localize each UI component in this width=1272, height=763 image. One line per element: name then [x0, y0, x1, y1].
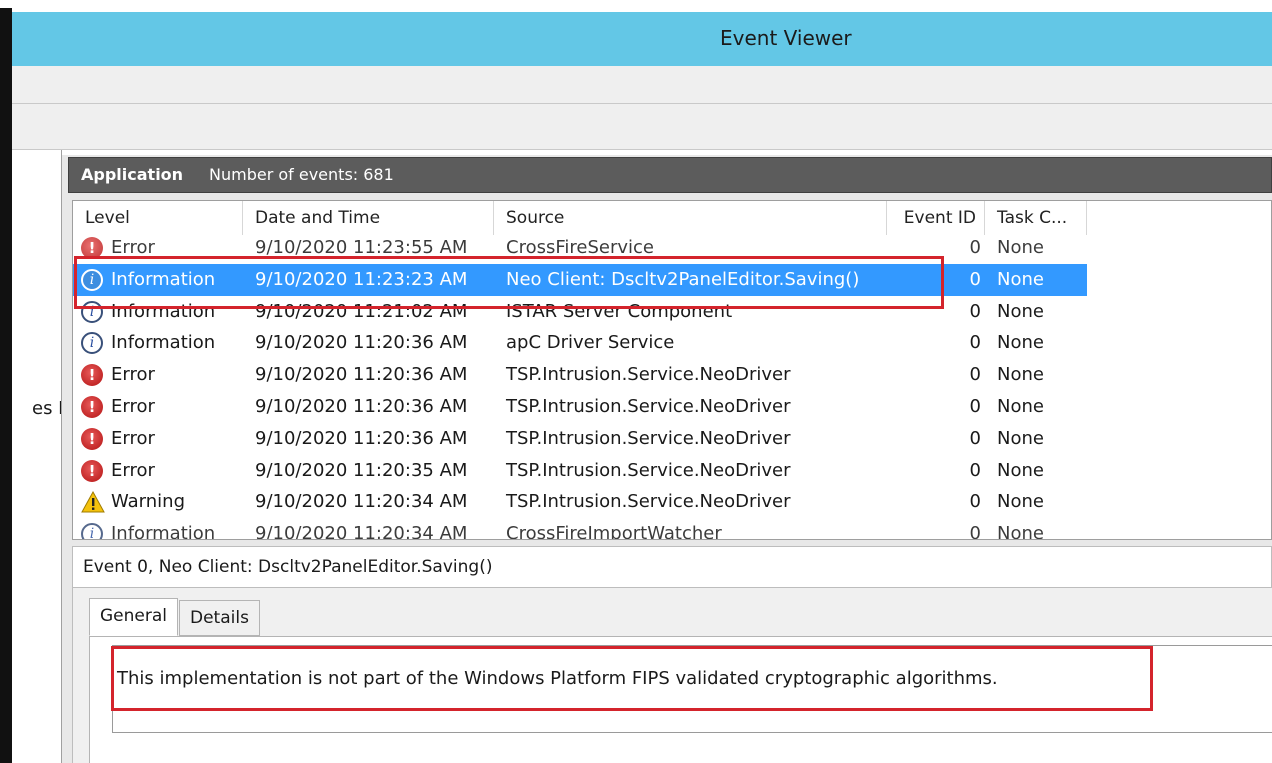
source-cell: TSP.Intrusion.Service.NeoDriver — [506, 459, 791, 481]
column-header-date-time[interactable]: Date and Time — [243, 201, 494, 235]
task-category-cell: None — [997, 427, 1044, 449]
screen-left-edge — [0, 8, 12, 763]
level-cell: Warning — [111, 491, 186, 513]
task-category-cell: None — [997, 459, 1044, 481]
date-time-cell: 9/10/2020 11:20:36 AM — [255, 427, 468, 449]
column-header-event-id[interactable]: Event ID — [887, 201, 985, 235]
source-cell: apC Driver Service — [506, 332, 675, 354]
event-id-cell: 0 — [969, 396, 981, 417]
menu-bar — [12, 66, 1272, 104]
event-id-cell: 0 — [969, 427, 981, 449]
log-name: Application — [81, 165, 184, 184]
table-row[interactable]: Warning 9/10/2020 11:20:34 AM TSP.Intrusio… — [73, 486, 1087, 518]
error-icon — [81, 364, 103, 387]
source-cell: TSP.Intrusion.Service.NeoDriver — [506, 396, 791, 417]
event-id-cell: 0 — [969, 491, 981, 513]
event-detail-header: Event 0, Neo Client: Dscltv2PanelEditor.… — [72, 546, 1272, 588]
task-category-cell: None — [997, 237, 1044, 258]
screen-top-edge — [0, 0, 1272, 10]
toolbar — [12, 104, 1272, 150]
table-row[interactable]: Error 9/10/2020 11:20:36 AM TSP.Intrusion.… — [73, 359, 1087, 391]
source-cell: TSP.Intrusion.Service.NeoDriver — [506, 427, 791, 449]
selected-row-highlight-box — [74, 256, 944, 309]
event-id-cell: 0 — [969, 459, 981, 481]
level-cell: Information — [111, 523, 216, 540]
error-icon — [81, 396, 103, 418]
error-icon — [81, 427, 103, 450]
task-category-cell: None — [997, 523, 1044, 540]
task-category-cell: None — [997, 491, 1044, 513]
info-icon — [81, 332, 103, 355]
level-cell: Information — [111, 332, 216, 354]
table-row[interactable]: Error 9/10/2020 11:20:36 AM TSP.Intrusion.… — [73, 423, 1087, 455]
level-cell: Error — [111, 459, 155, 481]
date-time-cell: 9/10/2020 11:20:34 AM — [255, 523, 468, 540]
event-count: Number of events: 681 — [209, 165, 394, 184]
source-cell: CrossFireImportWatcher — [506, 523, 722, 540]
message-highlight-box — [111, 646, 1153, 711]
error-icon — [81, 459, 103, 482]
date-time-cell: 9/10/2020 11:20:36 AM — [255, 396, 468, 417]
tab-general[interactable]: General — [89, 598, 178, 636]
task-category-cell: None — [997, 332, 1044, 354]
event-id-cell: 0 — [969, 523, 981, 540]
date-time-cell: 9/10/2020 11:20:36 AM — [255, 332, 468, 354]
navigation-tree[interactable]: es Lo — [12, 150, 62, 763]
level-cell: Error — [111, 427, 155, 449]
event-id-cell: 0 — [969, 332, 981, 354]
window-title: Event Viewer — [720, 26, 852, 50]
title-bar: Event Viewer — [12, 12, 1272, 66]
level-cell: Error — [111, 364, 155, 386]
task-category-cell: None — [997, 396, 1044, 417]
tab-details[interactable]: Details — [179, 600, 260, 636]
task-category-cell: None — [997, 300, 1044, 322]
level-cell: Error — [111, 396, 155, 417]
tree-item-label[interactable]: es Lo — [32, 398, 61, 419]
table-row[interactable]: Information 9/10/2020 11:20:34 AM CrossFir… — [73, 518, 1087, 540]
table-row[interactable]: Error 9/10/2020 11:20:35 AM TSP.Intrusion.… — [73, 455, 1087, 487]
date-time-cell: 9/10/2020 11:20:36 AM — [255, 364, 468, 386]
column-header-source[interactable]: Source — [494, 201, 887, 235]
date-time-cell: 9/10/2020 11:20:34 AM — [255, 491, 468, 513]
info-icon — [81, 523, 103, 539]
source-cell: TSP.Intrusion.Service.NeoDriver — [506, 364, 791, 386]
event-detail-title: Event 0, Neo Client: Dscltv2PanelEditor.… — [83, 557, 493, 577]
task-category-cell: None — [997, 364, 1044, 386]
table-row[interactable]: Information 9/10/2020 11:20:36 AM apC Driv… — [73, 327, 1087, 359]
source-cell: TSP.Intrusion.Service.NeoDriver — [506, 491, 791, 513]
event-id-cell: 0 — [969, 364, 981, 386]
warning-icon — [81, 491, 105, 513]
column-header-level[interactable]: Level — [73, 201, 243, 235]
events-table[interactable]: Level Date and Time Source Event ID Task… — [72, 200, 1272, 540]
table-row[interactable]: Error 9/10/2020 11:20:36 AM TSP.Intrusion.… — [73, 391, 1087, 423]
task-category-cell: None — [997, 268, 1044, 290]
column-header-task-category[interactable]: Task C... — [985, 201, 1087, 235]
date-time-cell: 9/10/2020 11:20:35 AM — [255, 459, 468, 481]
log-header: Application Number of events: 681 — [68, 157, 1272, 193]
